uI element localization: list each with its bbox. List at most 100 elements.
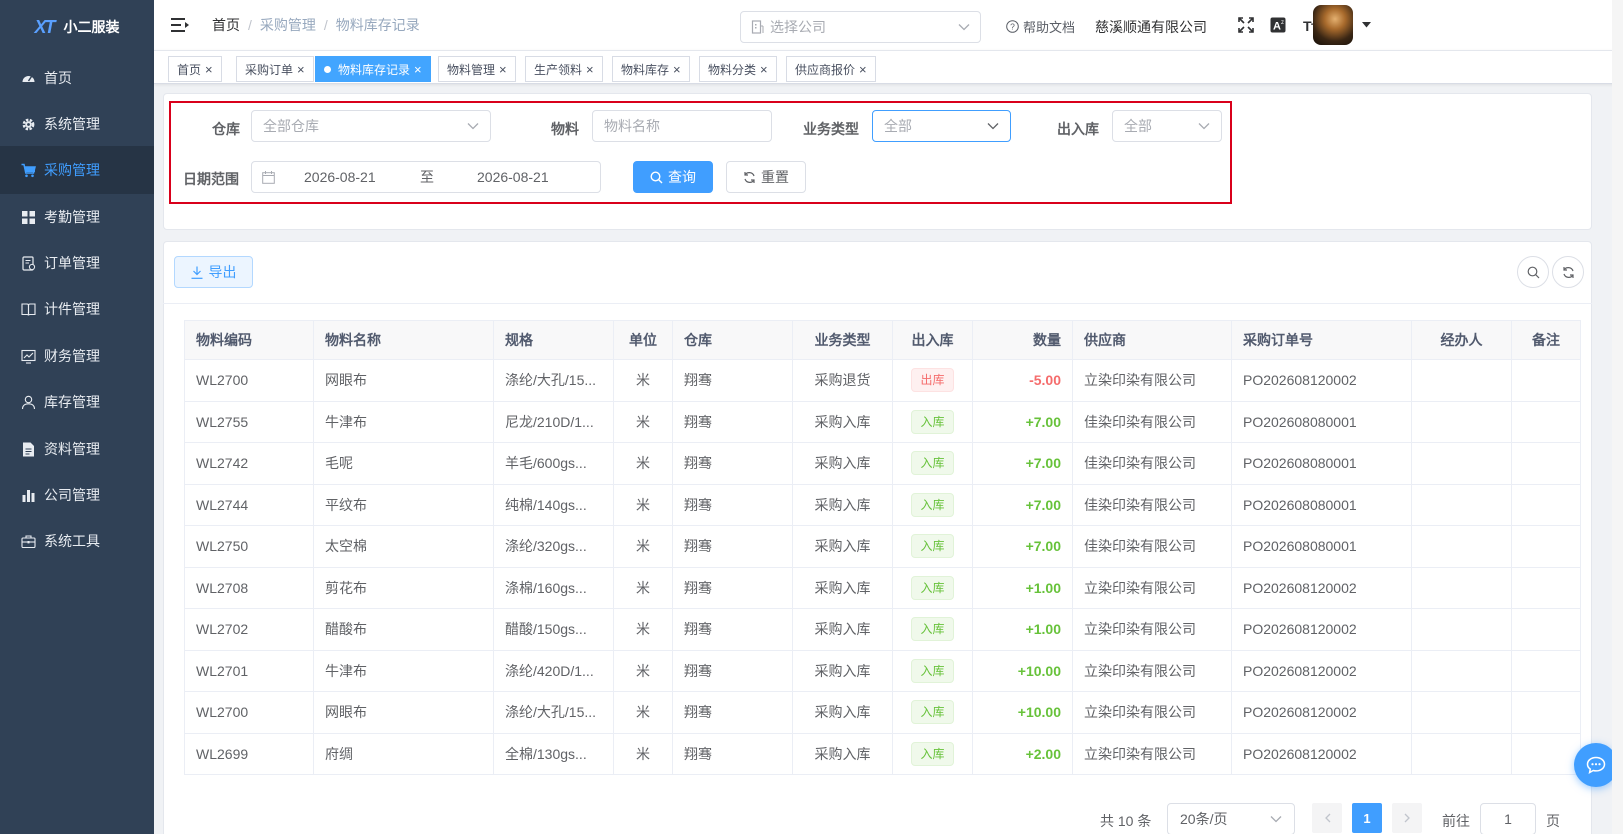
cell-supplier: 佳染印染有限公司 (1072, 484, 1232, 526)
tab-6[interactable]: 物料分类 × (699, 56, 777, 82)
export-button-label: 导出 (208, 264, 237, 280)
inout-badge: 入库 (911, 575, 954, 600)
caret-down-icon[interactable] (1362, 22, 1371, 28)
inout-badge: 入库 (911, 409, 954, 434)
sidebar-item-2[interactable]: 采购管理 (0, 146, 154, 194)
tab-7[interactable]: 供应商报价 × (786, 56, 876, 82)
close-icon[interactable]: × (499, 62, 507, 77)
toolbox-icon (20, 533, 36, 549)
table-row[interactable]: WL2708 剪花布 涤棉/160gs... 米翔骞 采购入库 入库 +1.00 立染印染有限… (184, 567, 1581, 609)
cell-warehouse: 翔骞 (672, 608, 793, 651)
cell-remark (1511, 359, 1581, 402)
table-row[interactable]: WL2701 牛津布 涤纶/420D/1... 米翔骞 采购入库 入库 +10.00 立染印染… (184, 650, 1581, 692)
cell-remark (1511, 484, 1581, 526)
cell-po-number: PO202608080001 (1231, 401, 1412, 443)
translate-icon[interactable]: Az (1269, 15, 1289, 35)
cell-warehouse: 翔骞 (672, 359, 793, 402)
sidebar-item-8[interactable]: 资料管理 (0, 425, 154, 473)
app-logo[interactable]: XT 小二服装 (0, 0, 154, 54)
sidebar-item-4[interactable]: 订单管理 (0, 239, 154, 287)
col-unit: 单位 (613, 320, 673, 360)
building-icon (751, 20, 764, 34)
sidebar-item-7[interactable]: 库存管理 (0, 378, 154, 426)
breadcrumb: 首页 / 采购管理 / 物料库存记录 (212, 15, 420, 35)
cell-spec: 涤纶/420D/1... (493, 650, 614, 692)
close-icon[interactable]: × (414, 62, 422, 77)
page-number-1[interactable]: 1 (1352, 803, 1382, 833)
company-select[interactable]: 选择公司 (740, 11, 981, 43)
cell-material-name: 牛津布 (313, 401, 494, 443)
table-row[interactable]: WL2750 太空棉 涤纶/320gs... 米翔骞 采购入库 入库 +7.00 佳染印染有限… (184, 525, 1581, 568)
sidebar-item-1[interactable]: 系统管理 (0, 100, 154, 148)
biz-type-select[interactable]: 全部 (872, 110, 1011, 142)
cell-po-number: PO202608120002 (1231, 733, 1412, 775)
close-icon[interactable]: × (205, 62, 213, 77)
close-icon[interactable]: × (859, 62, 867, 77)
cell-quantity: +10.00 (972, 691, 1073, 734)
help-docs-link[interactable]: ? 帮助文档 (1006, 17, 1075, 36)
table-row[interactable]: WL2744 平纹布 纯棉/140gs... 米翔骞 采购入库 入库 +7.00 佳染印染有限… (184, 484, 1581, 526)
svg-text:?: ? (1010, 22, 1015, 32)
tab-label: 物料库存 (621, 62, 670, 77)
sidebar-item-9[interactable]: 公司管理 (0, 471, 154, 519)
cell-supplier: 立染印染有限公司 (1072, 650, 1232, 692)
prev-page-button[interactable] (1312, 803, 1342, 833)
fullscreen-icon[interactable] (1236, 15, 1256, 35)
tab-2[interactable]: 物料库存记录 × (315, 56, 431, 82)
close-icon[interactable]: × (297, 62, 305, 77)
inout-badge: 入库 (911, 534, 954, 559)
warehouse-select[interactable]: 全部仓库 (251, 110, 491, 142)
tab-3[interactable]: 物料管理 × (438, 56, 516, 82)
download-icon (191, 266, 203, 279)
cell-biz-type: 采购入库 (792, 484, 893, 526)
search-button[interactable]: 查询 (633, 161, 713, 193)
table-row[interactable]: WL2699 府绸 全棉/130gs... 米翔骞 采购入库 入库 +2.00 立染印染有限公… (184, 733, 1581, 775)
sidebar-item-label: 系统管理 (44, 116, 100, 132)
reset-button[interactable]: 重置 (726, 161, 806, 193)
cell-po-number: PO202608080001 (1231, 484, 1412, 526)
breadcrumb-home[interactable]: 首页 (212, 15, 240, 35)
chevron-down-icon (467, 122, 479, 130)
sidebar-item-0[interactable]: 首页 (0, 54, 154, 102)
sidebar-item-6[interactable]: 财务管理 (0, 332, 154, 380)
next-page-button[interactable] (1392, 803, 1422, 833)
refresh-button[interactable] (1552, 256, 1584, 288)
hamburger-icon[interactable] (170, 15, 190, 35)
date-range-picker[interactable]: 2026-08-21 至 2026-08-21 (251, 161, 601, 193)
table-row[interactable]: WL2700 网眼布 涤纶/大孔/15... 米翔骞 采购退货 出库 -5.00 立染印染有限… (184, 359, 1581, 402)
sidebar-item-3[interactable]: 考勤管理 (0, 193, 154, 241)
table-row[interactable]: WL2702 醋酸布 醋酸/150gs... 米翔骞 采购入库 入库 +1.00 立染印染有限… (184, 608, 1581, 651)
tab-0[interactable]: 首页 × (168, 56, 222, 82)
tab-1[interactable]: 采购订单 × (236, 56, 314, 82)
export-button[interactable]: 导出 (174, 256, 253, 288)
sidebar-item-10[interactable]: 系统工具 (0, 517, 154, 565)
table-card-divider (163, 303, 1592, 304)
table-row[interactable]: WL2742 毛呢 羊毛/600gs... 米翔骞 采购入库 入库 +7.00 佳染印染有限公… (184, 442, 1581, 485)
cell-material-code: WL2744 (184, 484, 314, 526)
cell-inout: 入库 (892, 401, 973, 443)
date-end-input[interactable]: 2026-08-21 (477, 169, 549, 185)
cell-biz-type: 采购入库 (792, 691, 893, 734)
page-size-select[interactable]: 20条/页 (1167, 803, 1295, 834)
user-avatar[interactable] (1313, 5, 1353, 45)
cell-quantity: +7.00 (972, 525, 1073, 568)
quantity-value: +7.00 (1025, 496, 1061, 513)
tab-5[interactable]: 物料库存 × (612, 56, 690, 82)
table-row[interactable]: WL2755 牛津布 尼龙/210D/1... 米翔骞 采购入库 入库 +7.00 佳染印染有… (184, 401, 1581, 443)
inout-select[interactable]: 全部 (1112, 110, 1222, 142)
cell-material-name: 醋酸布 (313, 608, 494, 651)
page-scrollbar[interactable] (1612, 0, 1623, 834)
tab-4[interactable]: 生产领料 × (525, 56, 603, 82)
sidebar-item-5[interactable]: 计件管理 (0, 285, 154, 333)
toggle-search-button[interactable] (1517, 256, 1549, 288)
date-start-input[interactable]: 2026-08-21 (304, 169, 376, 185)
close-icon[interactable]: × (760, 62, 768, 77)
bar-chart-icon (20, 487, 36, 503)
close-icon[interactable]: × (673, 62, 681, 77)
col-po-number: 采购订单号 (1231, 320, 1412, 360)
close-icon[interactable]: × (586, 62, 594, 77)
table-row[interactable]: WL2700 网眼布 涤纶/大孔/15... 米翔骞 采购入库 入库 +10.00 立染印染有… (184, 691, 1581, 734)
chevron-down-icon (1270, 815, 1282, 823)
material-name-input[interactable]: 物料名称 (592, 110, 772, 142)
goto-page-input[interactable]: 1 (1480, 803, 1536, 834)
